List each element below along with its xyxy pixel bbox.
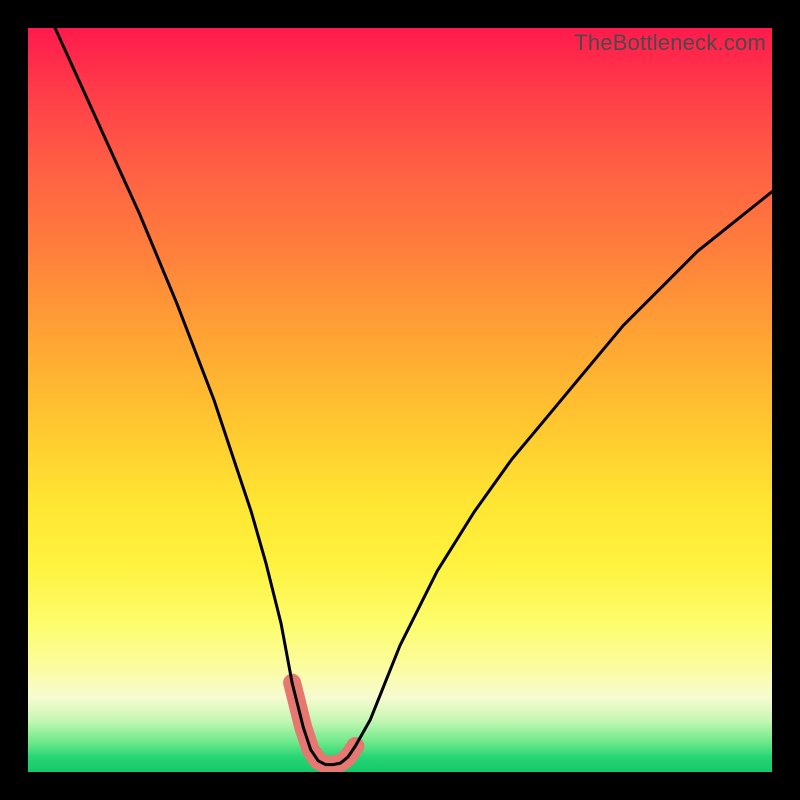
bottleneck-curve-path xyxy=(28,28,772,765)
curve-layer xyxy=(28,28,772,772)
chart-frame: TheBottleneck.com xyxy=(0,0,800,800)
plot-area: TheBottleneck.com xyxy=(28,28,772,772)
